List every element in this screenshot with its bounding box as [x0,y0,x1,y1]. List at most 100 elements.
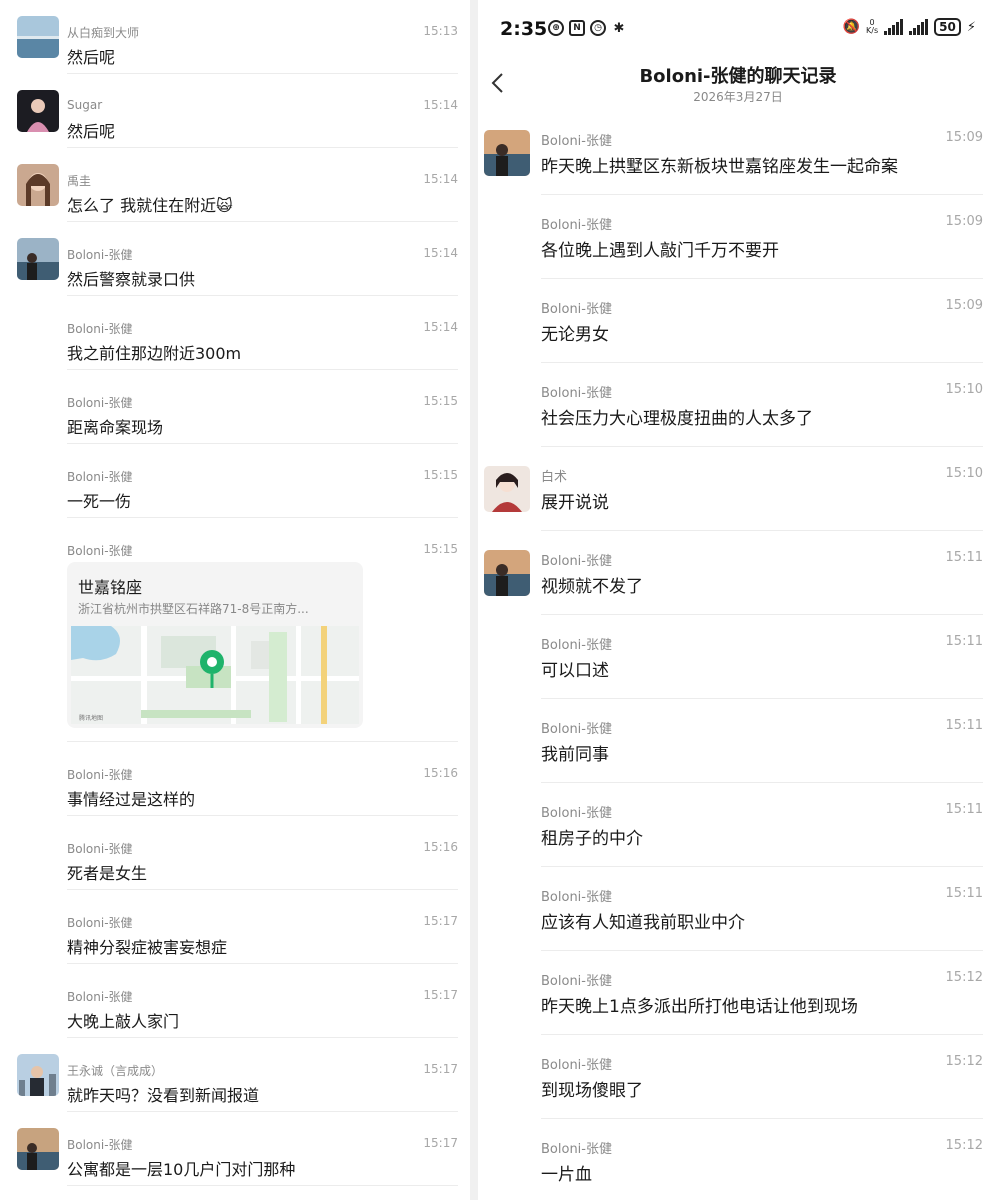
message-text[interactable]: 各位晚上遇到人敲门千万不要开 [541,236,779,261]
message-time: 15:17 [423,1136,458,1150]
message-item[interactable]: Boloni-张健 15:09 无论男女 [478,280,998,364]
message-item[interactable]: Boloni-张健 15:11 租房子的中介 [478,784,998,868]
woman-avatar[interactable] [17,164,59,206]
message-item[interactable]: Boloni-张健 15:11 我前同事 [478,700,998,784]
message-item[interactable]: Boloni-张健 15:09 昨天晚上拱墅区东新板块世嘉铭座发生一起命案 [478,112,998,196]
sender-name: 白术 [541,470,568,485]
man-sea-avatar[interactable] [17,1128,59,1170]
sender-name: Boloni-张健 [67,990,133,1004]
message-item[interactable]: Boloni-张健 15:14 然后警察就录口供 [0,222,470,296]
location-card[interactable]: 世嘉铭座 浙江省杭州市拱墅区石祥路71-8号正南方... 腾讯地图 [67,562,363,728]
message-item[interactable]: Boloni-张健 15:16 死者是女生 [0,816,470,890]
sender-name: Boloni-张健 [541,218,612,233]
message-text[interactable]: 到现场傻眼了 [541,1076,643,1101]
message-item[interactable]: Boloni-张健 15:15 一死一伤 [0,444,470,518]
man-sea-avatar[interactable] [484,130,530,176]
sender-name: Boloni-张健 [67,322,133,336]
message-item[interactable]: 禹圭 15:14 怎么了 我就住在附近🙀 [0,148,470,222]
message-item[interactable]: Boloni-张健 15:14 我之前住那边附近300m [0,296,470,370]
message-time: 15:14 [423,172,458,186]
left-chat-history-panel: 从白痴到大师 15:13 然后呢 Sugar 15:14 然后呢 禹圭 15:1… [0,0,470,1200]
message-text[interactable]: 一死一伤 [67,488,131,512]
message-item[interactable]: Boloni-张健 15:12 到现场傻眼了 [478,1036,998,1120]
message-text[interactable]: 公寓都是一层10几户门对门那种 [67,1156,295,1180]
divider [541,530,983,531]
divider [541,1034,983,1035]
net-speed-unit: K/s [866,26,879,35]
message-text[interactable]: 可以口述 [541,656,609,681]
message-item[interactable]: Boloni-张健 15:15 距离命案现场 [0,370,470,444]
message-item[interactable]: Boloni-张健 15:11 应该有人知道我前职业中介 [478,868,998,952]
message-text[interactable]: 视频就不发了 [541,572,643,597]
message-item[interactable]: 王永诚（言成成） 15:17 就昨天吗？没看到新闻报道 [0,1038,470,1112]
sender-name: Boloni-张健 [541,134,612,149]
status-clock: 2:35 [500,18,548,40]
message-text[interactable]: 大晚上敲人家门 [67,1008,179,1032]
man-sea-avatar[interactable] [484,550,530,596]
divider [541,194,983,195]
message-text[interactable]: 无论男女 [541,320,609,345]
message-time: 15:14 [423,246,458,260]
message-text[interactable]: 然后呢 [67,118,115,142]
message-item[interactable]: Boloni-张健 15:17 大晚上敲人家门 [0,964,470,1038]
message-item[interactable]: Sugar 15:14 然后呢 [0,74,470,148]
divider [541,446,983,447]
message-time: 15:17 [423,1062,458,1076]
man-sea-avatar[interactable] [17,238,59,280]
message-text[interactable]: 社会压力大心理极度扭曲的人太多了 [541,404,813,429]
message-text[interactable]: 距离命案现场 [67,414,163,438]
message-item[interactable]: Boloni-张健 15:11 视频就不发了 [478,532,998,616]
message-text[interactable]: 应该有人知道我前职业中介 [541,908,745,933]
anime-avatar[interactable] [484,466,530,512]
status-icons-left: ⊕ N ◷ ✱ [548,20,627,36]
message-item[interactable]: Boloni-张健 15:10 社会压力大心理极度扭曲的人太多了 [478,364,998,448]
signal-icon [884,19,904,35]
message-item[interactable]: Boloni-张健 15:11 可以口述 [478,616,998,700]
divider [541,950,983,951]
message-item[interactable]: 从白痴到大师 15:13 然后呢 [0,0,470,74]
message-text[interactable]: 展开说说 [541,488,609,513]
message-text[interactable]: 租房子的中介 [541,824,643,849]
location-message-item[interactable]: Boloni-张健 15:15 世嘉铭座 浙江省杭州市拱墅区石祥路71-8号正南… [0,518,470,742]
message-text[interactable]: 我之前住那边附近300m [67,340,241,364]
message-item[interactable]: Boloni-张健 15:09 各位晚上遇到人敲门千万不要开 [478,196,998,280]
divider [541,1118,983,1119]
divider [541,782,983,783]
chat-header: Boloni-张健的聊天记录 2026年3月27日 [478,58,998,118]
message-text[interactable]: 一片血 [541,1160,592,1185]
message-text[interactable]: 然后警察就录口供 [67,266,195,290]
bluetooth-icon: ✱ [613,20,625,36]
sender-name: Boloni-张健 [67,470,133,484]
location-map[interactable]: 腾讯地图 [71,626,359,724]
message-text[interactable]: 怎么了 我就住在附近🙀 [67,192,233,216]
girl-avatar[interactable] [17,90,59,132]
location-pin-icon [200,650,224,688]
message-text[interactable]: 精神分裂症被害妄想症 [67,934,227,958]
message-item[interactable]: Boloni-张健 15:16 事情经过是这样的 [0,742,470,816]
message-item[interactable]: Boloni-张健 15:17 公寓都是一层10几户门对门那种 [0,1112,470,1186]
message-text[interactable]: 事情经过是这样的 [67,786,195,810]
sender-name: Boloni-张健 [541,890,612,905]
sender-name: Boloni-张健 [541,1142,612,1157]
sender-name: Boloni-张健 [67,248,133,262]
message-text[interactable]: 我前同事 [541,740,609,765]
status-bar: 2:35 ⊕ N ◷ ✱ 🔕 0 K/s 50 ⚡ [478,0,998,58]
message-text[interactable]: 死者是女生 [67,860,147,884]
message-text[interactable]: 就昨天吗？没看到新闻报道 [67,1082,259,1106]
sea-avatar[interactable] [17,16,59,58]
message-time: 15:10 [945,466,983,481]
message-text[interactable]: 昨天晚上1点多派出所打他电话让他到现场 [541,992,858,1017]
message-item[interactable]: Boloni-张健 15:17 精神分裂症被害妄想症 [0,890,470,964]
message-text[interactable]: 然后呢 [67,44,115,68]
notification-icon: ⊕ [548,20,564,36]
sender-name: Boloni-张健 [67,544,133,558]
message-item[interactable]: Boloni-张健 15:12 昨天晚上1点多派出所打他电话让他到现场 [478,952,998,1036]
sender-name: Boloni-张健 [67,396,133,410]
divider [541,866,983,867]
message-time: 15:14 [423,98,458,112]
message-item[interactable]: 白术 15:10 展开说说 [478,448,998,532]
city-avatar[interactable] [17,1054,59,1096]
message-item[interactable]: Boloni-张健 15:12 一片血 [478,1120,998,1200]
message-text[interactable]: 昨天晚上拱墅区东新板块世嘉铭座发生一起命案 [541,152,898,177]
sender-name: 王永诚（言成成） [67,1064,164,1078]
